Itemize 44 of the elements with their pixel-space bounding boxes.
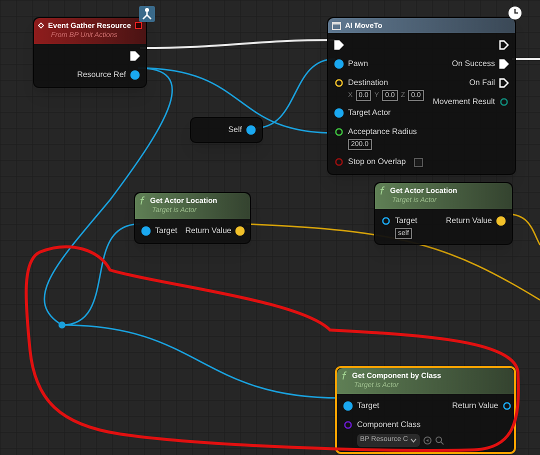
exec-pin-icon[interactable] — [499, 40, 509, 50]
pin-icon[interactable] — [334, 127, 344, 138]
caret-icon — [410, 438, 418, 443]
pin-icon[interactable] — [246, 125, 256, 135]
clock-icon — [508, 6, 522, 20]
pin-label: Movement Result — [432, 96, 495, 108]
pin-label: Acceptance Radius — [348, 126, 417, 138]
pin-label: Resource Ref — [77, 68, 126, 81]
pin-icon[interactable] — [334, 108, 344, 118]
reroute-node[interactable] — [58, 322, 66, 328]
pin-icon[interactable] — [343, 400, 353, 411]
function-icon — [341, 371, 348, 380]
exec-pin-icon[interactable] — [499, 59, 509, 70]
exec-pin-icon[interactable] — [130, 50, 140, 61]
pin-icon[interactable] — [334, 59, 344, 70]
graph-node[interactable]: Self — [190, 117, 263, 143]
pin-label: Stop on Overlap — [348, 156, 406, 168]
pin-label: On Success — [452, 58, 495, 70]
function-icon — [139, 196, 146, 206]
exec-pin-icon[interactable] — [334, 40, 344, 50]
search-icon[interactable] — [435, 436, 444, 445]
pin-icon[interactable] — [381, 216, 391, 226]
window-icon — [332, 22, 341, 30]
pin-label: Return Value — [185, 224, 232, 237]
pin-label: Self — [228, 124, 242, 136]
network-icon — [139, 6, 155, 22]
delegate-pin-icon[interactable] — [135, 22, 142, 30]
pin-label: Target — [155, 224, 178, 237]
pin-label: Return Value — [452, 400, 498, 412]
pin-label: Component Class — [357, 418, 421, 431]
pin-icon[interactable] — [130, 70, 140, 80]
checkbox[interactable] — [414, 158, 423, 167]
pin-label: On Fail — [469, 77, 495, 90]
pin-label: Destination — [348, 77, 388, 90]
pin-label: Target Actor — [348, 107, 391, 120]
pin-icon[interactable] — [502, 400, 512, 411]
exec-pin-icon[interactable] — [499, 78, 509, 88]
pin-label: Target — [395, 214, 418, 227]
event-diamond-icon — [38, 21, 44, 30]
function-icon — [379, 186, 386, 196]
pin-label: Pawn — [348, 58, 368, 70]
pin-icon[interactable] — [141, 226, 151, 236]
pin-label: Return Value — [446, 214, 492, 227]
pin-label: Target — [357, 400, 380, 412]
